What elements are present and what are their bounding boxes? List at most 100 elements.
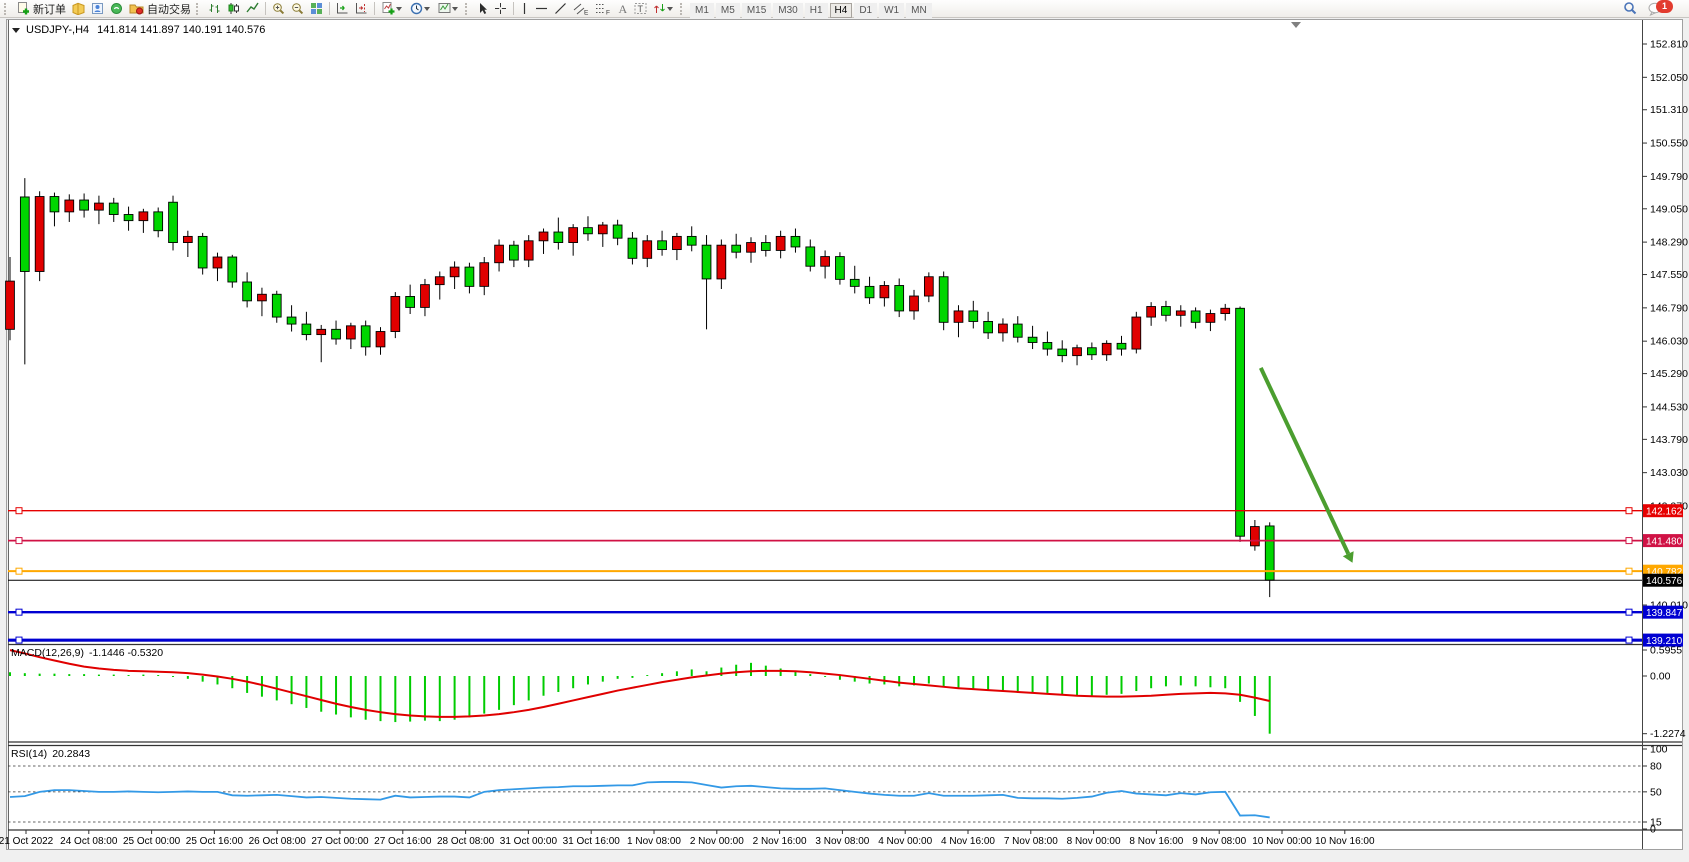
bar-chart-icon xyxy=(208,2,221,15)
search-button[interactable] xyxy=(1620,1,1641,17)
symbol-dropdown-icon[interactable] xyxy=(12,28,20,33)
svg-text:27 Oct 00:00: 27 Oct 00:00 xyxy=(311,836,369,847)
svg-text:4 Nov 16:00: 4 Nov 16:00 xyxy=(941,836,995,847)
clock-icon xyxy=(410,2,423,15)
line-chart-icon xyxy=(246,2,259,15)
toolbar-separator xyxy=(374,2,375,15)
arrows-icon xyxy=(653,2,666,15)
arrows-button[interactable] xyxy=(650,1,678,17)
notifications-button[interactable]: 1 xyxy=(1645,1,1683,17)
svg-text:149.050: 149.050 xyxy=(1650,203,1688,215)
signals-icon xyxy=(110,2,123,15)
svg-text:25 Oct 00:00: 25 Oct 00:00 xyxy=(123,836,181,847)
equidistant-channel-button[interactable]: E xyxy=(570,1,592,17)
templates-button[interactable] xyxy=(435,1,463,17)
notification-badge: 1 xyxy=(1656,0,1673,13)
zoom-in-button[interactable] xyxy=(269,1,288,17)
timeframe-toolbar: M1M5M15M30H1H4D1W1MN xyxy=(689,0,933,18)
chart-title: USDJPY-,H4 141.814 141.897 140.191 140.5… xyxy=(12,24,265,36)
toolbar-grip[interactable] xyxy=(4,3,9,15)
arrows-dropdown-caret[interactable] xyxy=(667,7,673,11)
autotrading-button[interactable]: 自动交易 xyxy=(126,1,194,17)
toolbar-grip[interactable] xyxy=(196,3,201,15)
zoom-out-button[interactable] xyxy=(288,1,307,17)
svg-text:25 Oct 16:00: 25 Oct 16:00 xyxy=(186,836,244,847)
timeframe-M30-button[interactable]: M30 xyxy=(773,3,802,18)
chart-shift-button[interactable] xyxy=(352,1,371,17)
svg-text:10 Nov 16:00: 10 Nov 16:00 xyxy=(1315,836,1375,847)
rsi-values: 20.2843 xyxy=(52,748,90,760)
toolbar-grip[interactable] xyxy=(465,3,470,15)
toolbar-separator xyxy=(513,2,514,15)
timeframe-M5-button[interactable]: M5 xyxy=(716,3,740,18)
macd-name: MACD(12,26,9) xyxy=(11,647,84,659)
text-label-button[interactable]: T xyxy=(631,1,650,17)
chart-ohlc-values: 141.814 141.897 140.191 140.576 xyxy=(97,24,265,36)
navigator-icon xyxy=(91,2,104,15)
svg-text:10 Nov 00:00: 10 Nov 00:00 xyxy=(1252,836,1312,847)
periods-button[interactable] xyxy=(407,1,435,17)
svg-text:143.790: 143.790 xyxy=(1650,434,1688,446)
svg-text:1 Nov 08:00: 1 Nov 08:00 xyxy=(627,836,681,847)
timeframe-W1-button[interactable]: W1 xyxy=(879,3,904,18)
svg-text:24 Oct 08:00: 24 Oct 08:00 xyxy=(60,836,118,847)
signals-button[interactable] xyxy=(107,1,126,17)
autotrading-icon xyxy=(129,2,144,15)
market-watch-button[interactable] xyxy=(69,1,88,17)
market-watch-icon xyxy=(72,2,85,15)
crosshair-button[interactable] xyxy=(491,1,510,17)
text-button[interactable]: A xyxy=(614,1,631,17)
svg-text:26 Oct 08:00: 26 Oct 08:00 xyxy=(249,836,307,847)
search-icon xyxy=(1623,1,1638,16)
candlestick-chart-button[interactable] xyxy=(224,1,243,17)
svg-text:152.810: 152.810 xyxy=(1650,39,1688,51)
bar-chart-button[interactable] xyxy=(205,1,224,17)
timeframe-H1-button[interactable]: H1 xyxy=(805,3,828,18)
chart-symbol-timeframe: USDJPY-,H4 xyxy=(26,24,89,36)
new-order-button[interactable]: 新订单 xyxy=(13,1,69,17)
timeframe-D1-button[interactable]: D1 xyxy=(854,3,877,18)
periods-dropdown-caret[interactable] xyxy=(424,7,430,11)
trendline-button[interactable] xyxy=(551,1,570,17)
toolbar: 新订单 自动交易 xyxy=(0,0,1689,18)
autotrading-label: 自动交易 xyxy=(147,1,191,17)
svg-text:149.790: 149.790 xyxy=(1650,171,1688,183)
templates-dropdown-caret[interactable] xyxy=(452,7,458,11)
auto-scroll-icon xyxy=(336,2,349,15)
indicators-button[interactable] xyxy=(378,1,407,17)
timeframe-H4-button[interactable]: H4 xyxy=(830,3,853,18)
chart-canvas[interactable]: 152.810152.050151.310150.550149.790149.0… xyxy=(0,18,1689,862)
svg-text:2 Nov 00:00: 2 Nov 00:00 xyxy=(690,836,744,847)
timeframe-M1-button[interactable]: M1 xyxy=(690,3,714,18)
zoom-out-icon xyxy=(291,2,304,15)
navigator-button[interactable] xyxy=(88,1,107,17)
template-icon xyxy=(438,2,451,15)
chart-window[interactable]: 152.810152.050151.310150.550149.790149.0… xyxy=(0,18,1689,862)
toolbar-right-group: 1 xyxy=(1620,1,1683,17)
vertical-line-button[interactable] xyxy=(517,1,532,17)
zoom-in-icon xyxy=(272,2,285,15)
timeframe-M15-button[interactable]: M15 xyxy=(742,3,771,18)
line-chart-button[interactable] xyxy=(243,1,262,17)
indicators-dropdown-caret[interactable] xyxy=(396,7,402,11)
svg-text:139.847: 139.847 xyxy=(1646,608,1683,619)
timeframe-MN-button[interactable]: MN xyxy=(906,3,932,18)
svg-text:139.210: 139.210 xyxy=(1646,636,1683,647)
cursor-button[interactable] xyxy=(474,1,491,17)
svg-text:8 Nov 16:00: 8 Nov 16:00 xyxy=(1129,836,1183,847)
svg-text:147.550: 147.550 xyxy=(1650,269,1688,281)
svg-text:0: 0 xyxy=(1650,824,1656,836)
svg-text:0.00: 0.00 xyxy=(1650,671,1671,683)
indicators-icon xyxy=(381,2,395,15)
svg-text:9 Nov 08:00: 9 Nov 08:00 xyxy=(1192,836,1246,847)
svg-text:144.530: 144.530 xyxy=(1650,401,1688,413)
svg-text:T: T xyxy=(638,4,644,14)
toolbar-grip[interactable] xyxy=(680,3,685,15)
tile-windows-button[interactable] xyxy=(307,1,326,17)
trendline-icon xyxy=(554,2,567,15)
fibonacci-button[interactable]: F xyxy=(592,1,614,17)
auto-scroll-button[interactable] xyxy=(333,1,352,17)
svg-text:21 Oct 2022: 21 Oct 2022 xyxy=(0,836,54,847)
horizontal-line-button[interactable] xyxy=(532,1,551,17)
svg-text:142.162: 142.162 xyxy=(1646,507,1683,518)
